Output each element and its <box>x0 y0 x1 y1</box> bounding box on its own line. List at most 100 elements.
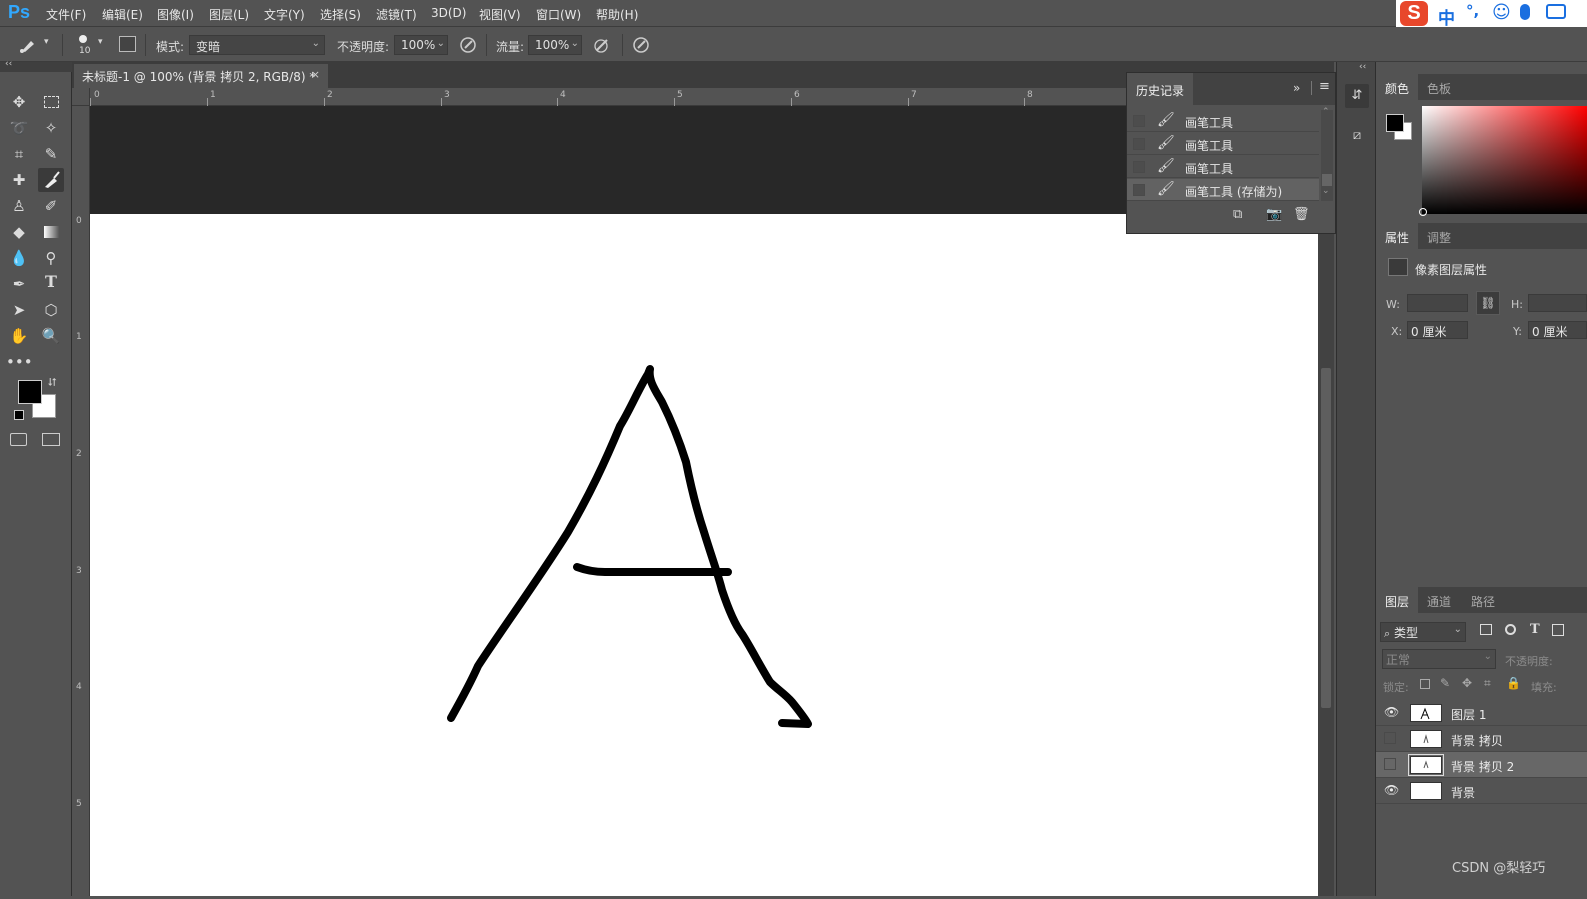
screen-mode-icon[interactable] <box>42 433 60 446</box>
menu-type[interactable]: 文字(Y) <box>264 6 305 23</box>
gradient-tool-icon[interactable] <box>38 220 64 244</box>
magic-wand-tool-icon[interactable]: ✧ <box>38 116 64 140</box>
healing-brush-tool-icon[interactable]: ✚ <box>6 168 32 192</box>
color-picker-handle[interactable] <box>1419 208 1427 216</box>
width-field[interactable] <box>1407 294 1468 312</box>
blend-mode-dropdown[interactable]: 正常 ⌄ <box>1382 649 1496 669</box>
foreground-color-swatch[interactable] <box>1386 114 1404 132</box>
opacity-input[interactable]: 100% ⌄ <box>394 35 448 55</box>
ruler-origin[interactable] <box>72 88 90 106</box>
layer-name[interactable]: 图层 1 <box>1451 706 1486 723</box>
link-dimensions-icon[interactable]: ⛓ <box>1476 291 1500 315</box>
clone-stamp-tool-icon[interactable]: ♙ <box>6 194 32 218</box>
visibility-toggle[interactable] <box>1384 758 1396 770</box>
history-snapshot-checkbox[interactable] <box>1133 184 1145 196</box>
close-icon[interactable]: × <box>311 68 320 81</box>
x-field[interactable]: 0 厘米 <box>1407 321 1468 339</box>
menu-filter[interactable]: 滤镜(T) <box>376 6 417 23</box>
layer-row[interactable]: 背景 拷贝 <box>1376 726 1587 752</box>
eye-icon[interactable]: 👁 <box>1384 705 1399 719</box>
tab-history[interactable]: 历史记录 <box>1127 73 1193 105</box>
history-panel-icon[interactable]: ⇵ <box>1345 84 1369 108</box>
height-field[interactable] <box>1528 294 1587 312</box>
collapse-arrows-icon[interactable]: ‹‹ <box>1359 62 1366 72</box>
layer-row[interactable]: 👁 图层 1 <box>1376 700 1587 726</box>
default-colors-icon[interactable] <box>14 410 24 420</box>
tab-properties[interactable]: 属性 <box>1376 223 1419 249</box>
collapse-arrows-icon[interactable]: ‹‹ <box>5 59 12 69</box>
chevron-down-icon[interactable]: ▾ <box>44 37 49 47</box>
menu-image[interactable]: 图像(I) <box>157 6 194 23</box>
eraser-tool-icon[interactable]: ◆ <box>6 220 32 244</box>
ime-chinese-mode[interactable]: 中 <box>1438 4 1455 29</box>
ime-mic-icon[interactable] <box>1520 4 1530 20</box>
brush-settings-icon[interactable]: ⧄ <box>1345 124 1369 148</box>
layer-filter-dropdown[interactable]: ⌕ 类型 ⌄ <box>1380 622 1466 642</box>
history-snapshot-checkbox[interactable] <box>1133 161 1145 173</box>
tab-paths[interactable]: 路径 <box>1462 587 1504 613</box>
menu-file[interactable]: 文件(F) <box>46 6 86 23</box>
layer-row[interactable]: 👁 背景 <box>1376 778 1587 804</box>
brush-panel-toggle-icon[interactable] <box>119 36 136 52</box>
layer-name[interactable]: 背景 拷贝 <box>1451 732 1503 749</box>
camera-icon[interactable]: 📷 <box>1266 207 1282 222</box>
hand-tool-icon[interactable]: ✋ <box>6 324 32 348</box>
menu-view[interactable]: 视图(V) <box>479 6 521 23</box>
blur-tool-icon[interactable]: 💧 <box>6 246 32 270</box>
lasso-tool-icon[interactable]: ➰ <box>6 116 32 140</box>
flow-input[interactable]: 100% ⌄ <box>528 35 582 55</box>
history-item[interactable]: 🖌 画笔工具 <box>1127 133 1319 155</box>
tab-layers[interactable]: 图层 <box>1376 587 1419 613</box>
lock-artboard-icon[interactable]: ⌗ <box>1484 676 1491 691</box>
marquee-tool-icon[interactable] <box>38 90 64 114</box>
visibility-toggle[interactable] <box>1384 732 1396 744</box>
eye-icon[interactable]: 👁 <box>1384 783 1399 797</box>
lock-transparent-icon[interactable] <box>1420 679 1430 689</box>
color-field[interactable] <box>1419 106 1587 216</box>
toolbar-collapse[interactable]: ‹‹ <box>0 59 72 72</box>
foreground-color-swatch[interactable] <box>18 380 42 404</box>
layer-name[interactable]: 背景 <box>1451 784 1475 801</box>
history-snapshot-checkbox[interactable] <box>1133 138 1145 150</box>
brush-picker-chevron-icon[interactable]: ▾ <box>98 37 103 47</box>
filter-shape-icon[interactable] <box>1552 624 1564 636</box>
brush-dot-icon[interactable] <box>79 35 87 43</box>
zoom-tool-icon[interactable]: 🔍 <box>38 324 64 348</box>
vertical-ruler[interactable]: 0 1 2 3 4 5 <box>72 106 90 896</box>
lock-all-icon[interactable]: 🔒 <box>1506 676 1521 690</box>
history-snapshot-checkbox[interactable] <box>1133 115 1145 127</box>
new-document-from-state-icon[interactable]: ⧉ <box>1233 207 1242 222</box>
history-item[interactable]: 🖌 画笔工具 (存储为) <box>1127 179 1319 201</box>
menu-layer[interactable]: 图层(L) <box>209 6 249 23</box>
trash-icon[interactable]: 🗑 <box>1293 207 1310 222</box>
airbrush-icon[interactable] <box>593 36 613 54</box>
lock-image-icon[interactable]: ✎ <box>1440 676 1450 690</box>
pressure-size-icon[interactable] <box>632 36 650 54</box>
document-canvas[interactable] <box>90 214 1318 896</box>
layer-name[interactable]: 背景 拷贝 2 <box>1451 758 1514 775</box>
history-item[interactable]: 🖌 画笔工具 <box>1127 156 1319 178</box>
document-tab[interactable]: 未标题-1 @ 100% (背景 拷贝 2, RGB/8) * × <box>74 64 328 88</box>
layer-row[interactable]: 背景 拷贝 2 <box>1376 752 1587 778</box>
history-brush-tool-icon[interactable]: ✐ <box>38 194 64 218</box>
tab-color[interactable]: 颜色 <box>1376 74 1419 100</box>
shape-tool-icon[interactable]: ⬡ <box>38 298 64 322</box>
filter-type-icon[interactable]: T <box>1530 622 1540 637</box>
history-scrollbar[interactable]: ⌃ ⌄ <box>1321 107 1333 201</box>
sogou-logo-icon[interactable]: S <box>1400 1 1428 26</box>
filter-pixel-icon[interactable] <box>1480 624 1492 635</box>
panel-menu-icon[interactable]: ≡ <box>1319 79 1330 94</box>
eyedropper-tool-icon[interactable]: ✎ <box>38 142 64 166</box>
ime-punct-icon[interactable]: °, <box>1466 2 1479 20</box>
filter-adjustment-icon[interactable] <box>1505 624 1516 635</box>
crop-tool-icon[interactable]: ⌗ <box>6 142 32 166</box>
y-field[interactable]: 0 厘米 <box>1528 321 1587 339</box>
tab-swatches[interactable]: 色板 <box>1418 74 1460 100</box>
ime-keyboard-icon[interactable] <box>1546 4 1566 19</box>
menu-help[interactable]: 帮助(H) <box>596 6 638 23</box>
lock-position-icon[interactable]: ✥ <box>1462 676 1472 690</box>
menu-3d[interactable]: 3D(D) <box>431 6 466 20</box>
menu-select[interactable]: 选择(S) <box>320 6 361 23</box>
menu-window[interactable]: 窗口(W) <box>536 6 581 23</box>
ime-emoji-icon[interactable]: ☺ <box>1492 2 1511 23</box>
